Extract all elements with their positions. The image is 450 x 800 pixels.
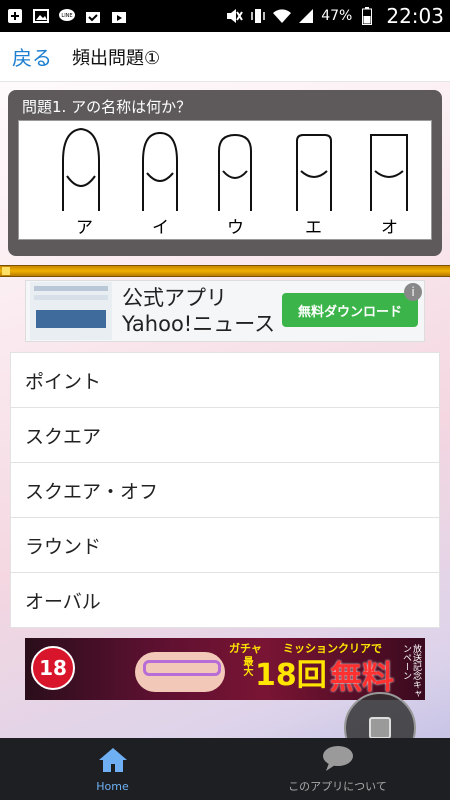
ad-title: 公式アプリ: [122, 286, 227, 310]
battery-percent: 47%: [321, 8, 353, 24]
nav-about[interactable]: このアプリについて: [225, 738, 450, 800]
answer-option-point[interactable]: ポイント: [11, 353, 439, 408]
nail-shapes-illustration: ア イ ウ エ オ: [18, 120, 432, 240]
speech-bubble-icon: [321, 744, 355, 776]
question-panel: 問題1. アの名称は何か？ ア イ ウ エ オ: [8, 90, 442, 256]
plus-icon: [6, 7, 24, 25]
home-icon: [97, 746, 129, 778]
back-button[interactable]: 戻る: [12, 42, 52, 71]
ad-free-text: 無料: [330, 658, 395, 696]
answer-list: ポイント スクエア スクエア・オフ ラウンド オーバル: [10, 352, 440, 628]
option-label-u: ウ: [227, 218, 244, 238]
answer-option-round[interactable]: ラウンド: [11, 518, 439, 573]
vibrate-icon: [249, 7, 267, 25]
nail-shape-a: [62, 127, 100, 211]
mute-icon: [225, 7, 244, 25]
ad-glasses-graphic: [143, 660, 221, 676]
option-label-o: オ: [381, 218, 398, 238]
age-rating-badge: 18: [31, 646, 75, 690]
svg-text:LINE: LINE: [61, 13, 72, 19]
nail-shape-i: [142, 131, 178, 211]
ad-subtitle: Yahoo!ニュース: [122, 312, 276, 336]
ad-count-text: 18回: [255, 658, 327, 693]
page-title: 頻出問題①: [72, 47, 161, 69]
stop-icon: [369, 717, 391, 739]
nav-home-label: Home: [96, 779, 129, 793]
image-icon: [32, 7, 50, 25]
answer-option-square[interactable]: スクエア: [11, 408, 439, 463]
bottom-navigation: Home このアプリについて: [0, 738, 450, 800]
progress-bar: [0, 265, 450, 277]
ad-banner-yahoo[interactable]: 公式アプリ Yahoo!ニュース 無料ダウンロード i: [25, 280, 425, 342]
progress-fill: [2, 267, 10, 275]
ad-banner-game[interactable]: 18 ガチャ 最大 ミッションクリアで 18回 無料 放送記念キャンペーン: [25, 638, 425, 700]
nav-about-label: このアプリについて: [288, 780, 387, 793]
ad-max-text: 最大: [241, 656, 252, 676]
ad-campaign-text: 放送記念キャンペーン: [401, 644, 421, 698]
wifi-icon: [273, 7, 292, 25]
answer-option-oval[interactable]: オーバル: [11, 573, 439, 628]
ad-info-icon[interactable]: i: [404, 283, 422, 301]
option-label-a: ア: [76, 218, 93, 238]
battery-icon: [358, 7, 376, 25]
play-bag-icon: [110, 7, 128, 25]
option-label-i: イ: [152, 218, 169, 238]
app-header: 戻る 頻出問題①: [0, 32, 450, 82]
ad-download-button[interactable]: 無料ダウンロード: [282, 293, 418, 327]
question-text: 問題1. アの名称は何か？: [22, 98, 192, 116]
option-label-e: エ: [305, 218, 322, 238]
signal-icon: [297, 7, 315, 25]
ad-thumbnail: [30, 282, 112, 340]
clock: 22:03: [386, 4, 444, 28]
answer-option-square-off[interactable]: スクエア・オフ: [11, 463, 439, 518]
check-bag-icon: [84, 7, 102, 25]
line-icon: LINE: [58, 7, 76, 25]
nav-home[interactable]: Home: [0, 738, 225, 800]
status-bar: LINE 47% 22:03: [0, 0, 450, 32]
